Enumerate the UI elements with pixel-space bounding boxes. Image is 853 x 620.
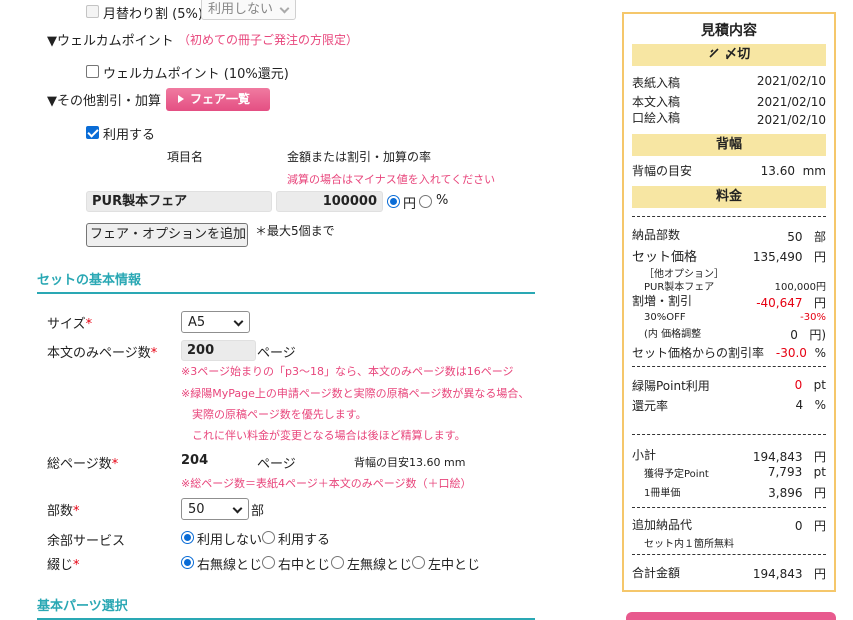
- total-row: 合計金額 194,843 円: [632, 566, 826, 581]
- total-pages-unit: ページ: [257, 457, 296, 472]
- extra-use-radio[interactable]: [262, 531, 275, 544]
- binding-left-perfect-label: 左無線とじ: [347, 558, 413, 573]
- total-pages-label: 総ページ数*: [47, 457, 119, 472]
- discount-rate-row: セット価格からの割引率 -30.0 %: [632, 346, 826, 360]
- off-row: 30%OFF -30%: [644, 312, 826, 323]
- basic-info-title: セットの基本情報: [37, 269, 535, 294]
- total-pages-note: ※総ページ数＝表紙4ページ＋本文のみページ数（＋口絵）: [181, 477, 472, 490]
- deadline-header: 〆切: [632, 44, 826, 66]
- column-amount: 金額または割引・加算の率: [287, 150, 432, 164]
- fair-list-button[interactable]: フェア一覧: [166, 88, 270, 111]
- size-label: サイズ*: [47, 317, 93, 332]
- extra-use-label: 利用する: [278, 533, 331, 548]
- separator: [632, 554, 826, 555]
- page-note-3: 実際の原稿ページ数を優先します。: [192, 408, 367, 421]
- fee-header: 料金: [632, 186, 826, 208]
- monthly-discount-select[interactable]: 利用しない: [201, 0, 296, 20]
- unit-percent-label: %: [436, 193, 449, 208]
- pur-row: PUR製本フェア 100,000円: [644, 282, 826, 293]
- estimate-panel: 見積内容 〆切 表紙入稿 2021/02/10 本文入稿 2021/02/10 口絵…: [622, 12, 836, 592]
- extra-fee-row: 追加納品代 0 円: [632, 518, 826, 533]
- option-item-name-input[interactable]: PUR製本フェア: [86, 191, 272, 212]
- use-other-checkbox[interactable]: [86, 126, 99, 139]
- welcome-heading: ▼ウェルカムポイント: [47, 34, 174, 49]
- column-item-name: 項目名: [167, 150, 204, 164]
- add-option-button[interactable]: フェア・オプションを追加: [86, 223, 248, 247]
- monthly-discount-label: 月替わり割 (5%): [103, 7, 203, 22]
- page-note-2: ※緑陽MyPage上の申請ページ数と実際の原稿ページ数が異なる場合、: [181, 387, 530, 400]
- binding-right-perfect-radio[interactable]: [181, 556, 194, 569]
- binding-right-saddle-radio[interactable]: [262, 556, 275, 569]
- deadline-icon: [709, 48, 719, 58]
- earn-point-row: 獲得予定Point 7,793 pt: [644, 465, 826, 480]
- monthly-discount-checkbox[interactable]: [86, 5, 99, 18]
- extra-fee-note: セット内１箇所無料: [644, 539, 734, 550]
- separator: [632, 507, 826, 508]
- unit-yen-label: 円: [403, 197, 417, 212]
- use-other-label: 利用する: [103, 128, 156, 143]
- copies-select[interactable]: 50: [181, 498, 249, 520]
- adjust-row: (内 価格調整 0 円): [644, 328, 826, 342]
- subtotal-row: 小計 194,843 円: [632, 448, 826, 464]
- option-amount-input[interactable]: 100000: [276, 191, 383, 212]
- point-use-row: 緑陽Point利用 0 pt: [632, 378, 826, 393]
- body-pages-unit: ページ: [257, 346, 296, 361]
- welcome-point-label: ウェルカムポイント (10%還元): [103, 67, 289, 82]
- binding-left-perfect-radio[interactable]: [331, 556, 344, 569]
- body-deadline-row: 本文入稿 2021/02/10: [632, 95, 826, 109]
- binding-right-perfect-label: 右無線とじ: [197, 558, 263, 573]
- separator: [632, 434, 826, 435]
- total-pages-value: 204: [181, 453, 209, 468]
- copies-row: 納品部数 50 部: [632, 228, 826, 244]
- basic-parts-title: 基本パーツ選択: [37, 595, 535, 620]
- return-rate-row: 還元率 4 %: [632, 398, 826, 413]
- binding-right-saddle-label: 右中とじ: [278, 558, 331, 573]
- body-pages-input[interactable]: 200: [181, 340, 256, 361]
- minus-note: 減算の場合はマイナス値を入れてください: [287, 173, 496, 186]
- welcome-point-checkbox[interactable]: [86, 65, 99, 78]
- extra-not-use-label: 利用しない: [197, 533, 263, 548]
- order-button[interactable]: [626, 612, 836, 620]
- spine-note: 背幅の目安13.60 mm: [354, 456, 466, 469]
- separator: [632, 366, 826, 367]
- estimate-title: 見積内容: [701, 23, 757, 39]
- copies-unit: 部: [251, 504, 265, 519]
- cover-deadline-row: 表紙入稿 2021/02/10: [632, 74, 826, 90]
- page-note-4: これに伴い料金が変更となる場合は後ほど精算します。: [192, 429, 466, 442]
- discount-row: 割増・割引 -40,647 円: [632, 294, 826, 310]
- spine-header: 背幅: [632, 134, 826, 156]
- body-pages-label: 本文のみページ数*: [47, 346, 158, 361]
- binding-left-saddle-label: 左中とじ: [428, 558, 481, 573]
- other-discount-heading: ▼その他割引・加算: [47, 94, 161, 109]
- max-note: ＊最大5個まで: [255, 224, 335, 238]
- frontis-deadline-row: 口絵入稿 2021/02/10: [632, 111, 826, 127]
- extra-copies-label: 余部サービス: [47, 534, 126, 549]
- unit-yen-radio[interactable]: [387, 195, 400, 208]
- unit-percent-radio[interactable]: [419, 195, 432, 208]
- copies-label: 部数*: [47, 504, 80, 519]
- page-note-1: ※3ページ始まりの「p3～18」なら、本文のみページ数は16ページ: [181, 365, 514, 378]
- binding-left-saddle-radio[interactable]: [412, 556, 425, 569]
- set-price-row: セット価格 135,490 円: [632, 250, 826, 265]
- extra-not-use-radio[interactable]: [181, 531, 194, 544]
- binding-label: 綴じ*: [47, 558, 80, 573]
- size-select[interactable]: A5: [181, 311, 250, 333]
- unit-price-row: 1冊単価 3,896 円: [644, 486, 826, 500]
- spine-row: 背幅の目安 13.60 mm: [632, 164, 826, 178]
- welcome-note: （初めての冊子ご発注の方限定）: [178, 33, 359, 47]
- separator: [632, 216, 826, 217]
